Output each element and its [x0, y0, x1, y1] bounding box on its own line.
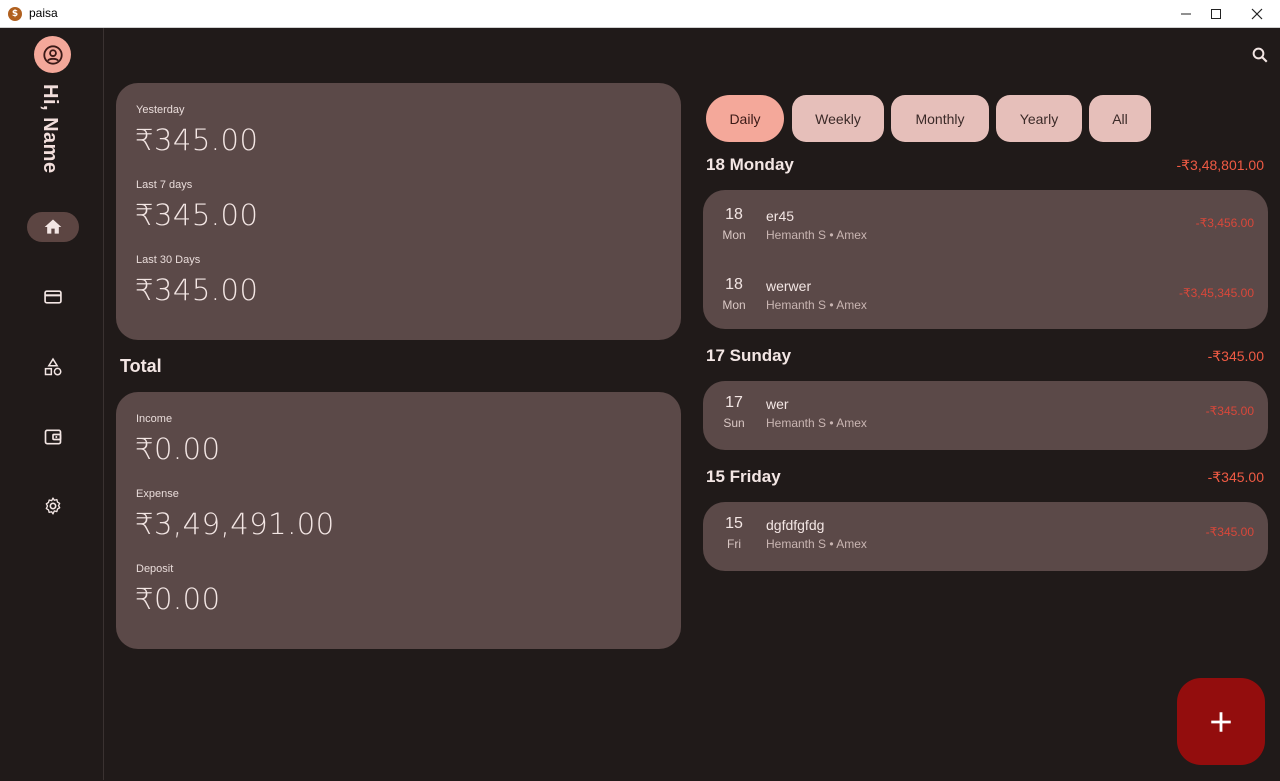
expense-label: Expense	[136, 488, 179, 500]
minimize-icon	[1181, 13, 1191, 15]
last-30-days-value: ₹345.00	[135, 273, 259, 307]
navigation-rail: Hi, Name	[1, 28, 104, 780]
day-group-total: -₹345.00	[1207, 348, 1264, 364]
nav-item-home[interactable]	[27, 212, 79, 242]
income-label: Income	[136, 413, 173, 425]
transaction-item[interactable]: 18 Mon er45 Hemanth S • Amex -₹3,456.00	[703, 198, 1268, 258]
transaction-amount: -₹3,456.00	[1195, 216, 1254, 230]
deposit-label: Deposit	[136, 563, 174, 575]
plus-icon	[1211, 711, 1231, 732]
app-window: Hi, Name Yesterday ₹345.00 Last 7 days ₹…	[1, 28, 1279, 780]
close-button[interactable]	[1234, 0, 1280, 28]
transaction-subtitle: Hemanth S • Amex	[766, 537, 867, 551]
nav-item-category[interactable]	[27, 352, 79, 382]
total-section-title: Total	[120, 356, 162, 376]
filter-chip-yearly[interactable]: Yearly	[996, 95, 1082, 142]
income-value: ₹0.00	[135, 432, 221, 466]
last-30-days-label: Last 30 Days	[136, 254, 201, 266]
deposit-value: ₹0.00	[135, 582, 221, 616]
transaction-weekday: Mon	[722, 298, 746, 312]
yesterday-label: Yesterday	[136, 104, 185, 116]
transaction-amount: -₹345.00	[1205, 404, 1254, 418]
transaction-weekday: Mon	[722, 228, 746, 242]
transaction-item[interactable]: 17 Sun wer Hemanth S • Amex -₹345.00	[703, 386, 1268, 446]
maximize-button[interactable]	[1193, 0, 1239, 28]
day-group-title: 17 Sunday	[706, 346, 792, 365]
transaction-day: 18	[725, 206, 743, 223]
transaction-item[interactable]: 15 Fri dgfdfgfdg Hemanth S • Amex -₹345.…	[703, 507, 1268, 567]
transaction-subtitle: Hemanth S • Amex	[766, 228, 867, 242]
total-summary-card: Income ₹0.00 Expense ₹3,49,491.00 Deposi…	[116, 392, 681, 649]
filter-chip-weekly[interactable]: Weekly	[792, 95, 884, 142]
window-titlebar: $ paisa	[0, 0, 1280, 28]
gear-icon	[45, 497, 61, 515]
credit-card-icon	[44, 290, 62, 304]
app-logo-icon: $	[8, 7, 22, 21]
nav-item-settings[interactable]	[27, 491, 79, 521]
transaction-group-card: 15 Fri dgfdfgfdg Hemanth S • Amex -₹345.…	[703, 502, 1268, 571]
filter-chip-daily[interactable]: Daily	[706, 95, 784, 142]
close-icon	[1251, 8, 1263, 20]
account-circle-icon	[42, 44, 63, 65]
transaction-group-card: 18 Mon er45 Hemanth S • Amex -₹3,456.00 …	[703, 190, 1268, 329]
filter-chip-all[interactable]: All	[1089, 95, 1151, 142]
transaction-weekday: Fri	[727, 537, 741, 551]
last-7-days-value: ₹345.00	[135, 198, 259, 232]
wallet-icon	[44, 429, 62, 445]
category-icon	[44, 357, 62, 376]
day-group-title: 18 Monday	[706, 155, 794, 174]
transaction-day: 17	[725, 394, 743, 411]
transaction-name: werwer	[766, 278, 812, 294]
transaction-day: 15	[725, 515, 743, 532]
recent-summary-card: Yesterday ₹345.00 Last 7 days ₹345.00 La…	[116, 83, 681, 340]
transaction-subtitle: Hemanth S • Amex	[766, 298, 867, 312]
add-transaction-button[interactable]	[1177, 678, 1265, 765]
transaction-amount: -₹345.00	[1205, 525, 1254, 539]
filter-chip-monthly[interactable]: Monthly	[891, 95, 989, 142]
window-title: paisa	[29, 6, 58, 20]
nav-item-wallet[interactable]	[27, 422, 79, 452]
transaction-amount: -₹3,45,345.00	[1178, 286, 1254, 300]
last-7-days-label: Last 7 days	[136, 179, 193, 191]
transaction-subtitle: Hemanth S • Amex	[766, 416, 867, 430]
transaction-name: er45	[766, 208, 795, 224]
day-group-total: -₹3,48,801.00	[1176, 157, 1264, 173]
day-group-title: 15 Friday	[706, 467, 781, 486]
transaction-name: wer	[766, 396, 789, 412]
search-icon	[1252, 47, 1268, 63]
home-icon	[44, 219, 62, 234]
transaction-day: 18	[725, 276, 743, 293]
transaction-group-card: 17 Sun wer Hemanth S • Amex -₹345.00	[703, 381, 1268, 450]
expense-value: ₹3,49,491.00	[135, 507, 335, 541]
search-button[interactable]	[1249, 44, 1271, 66]
greeting-text: Hi, Name	[39, 84, 61, 174]
yesterday-value: ₹345.00	[135, 123, 259, 157]
transaction-weekday: Sun	[723, 416, 745, 430]
transaction-name: dgfdfgfdg	[766, 517, 825, 533]
transaction-item[interactable]: 18 Mon werwer Hemanth S • Amex -₹3,45,34…	[703, 268, 1268, 328]
avatar[interactable]	[34, 36, 71, 73]
maximize-icon	[1211, 9, 1221, 19]
day-group-total: -₹345.00	[1207, 469, 1264, 485]
nav-item-cards[interactable]	[27, 282, 79, 312]
